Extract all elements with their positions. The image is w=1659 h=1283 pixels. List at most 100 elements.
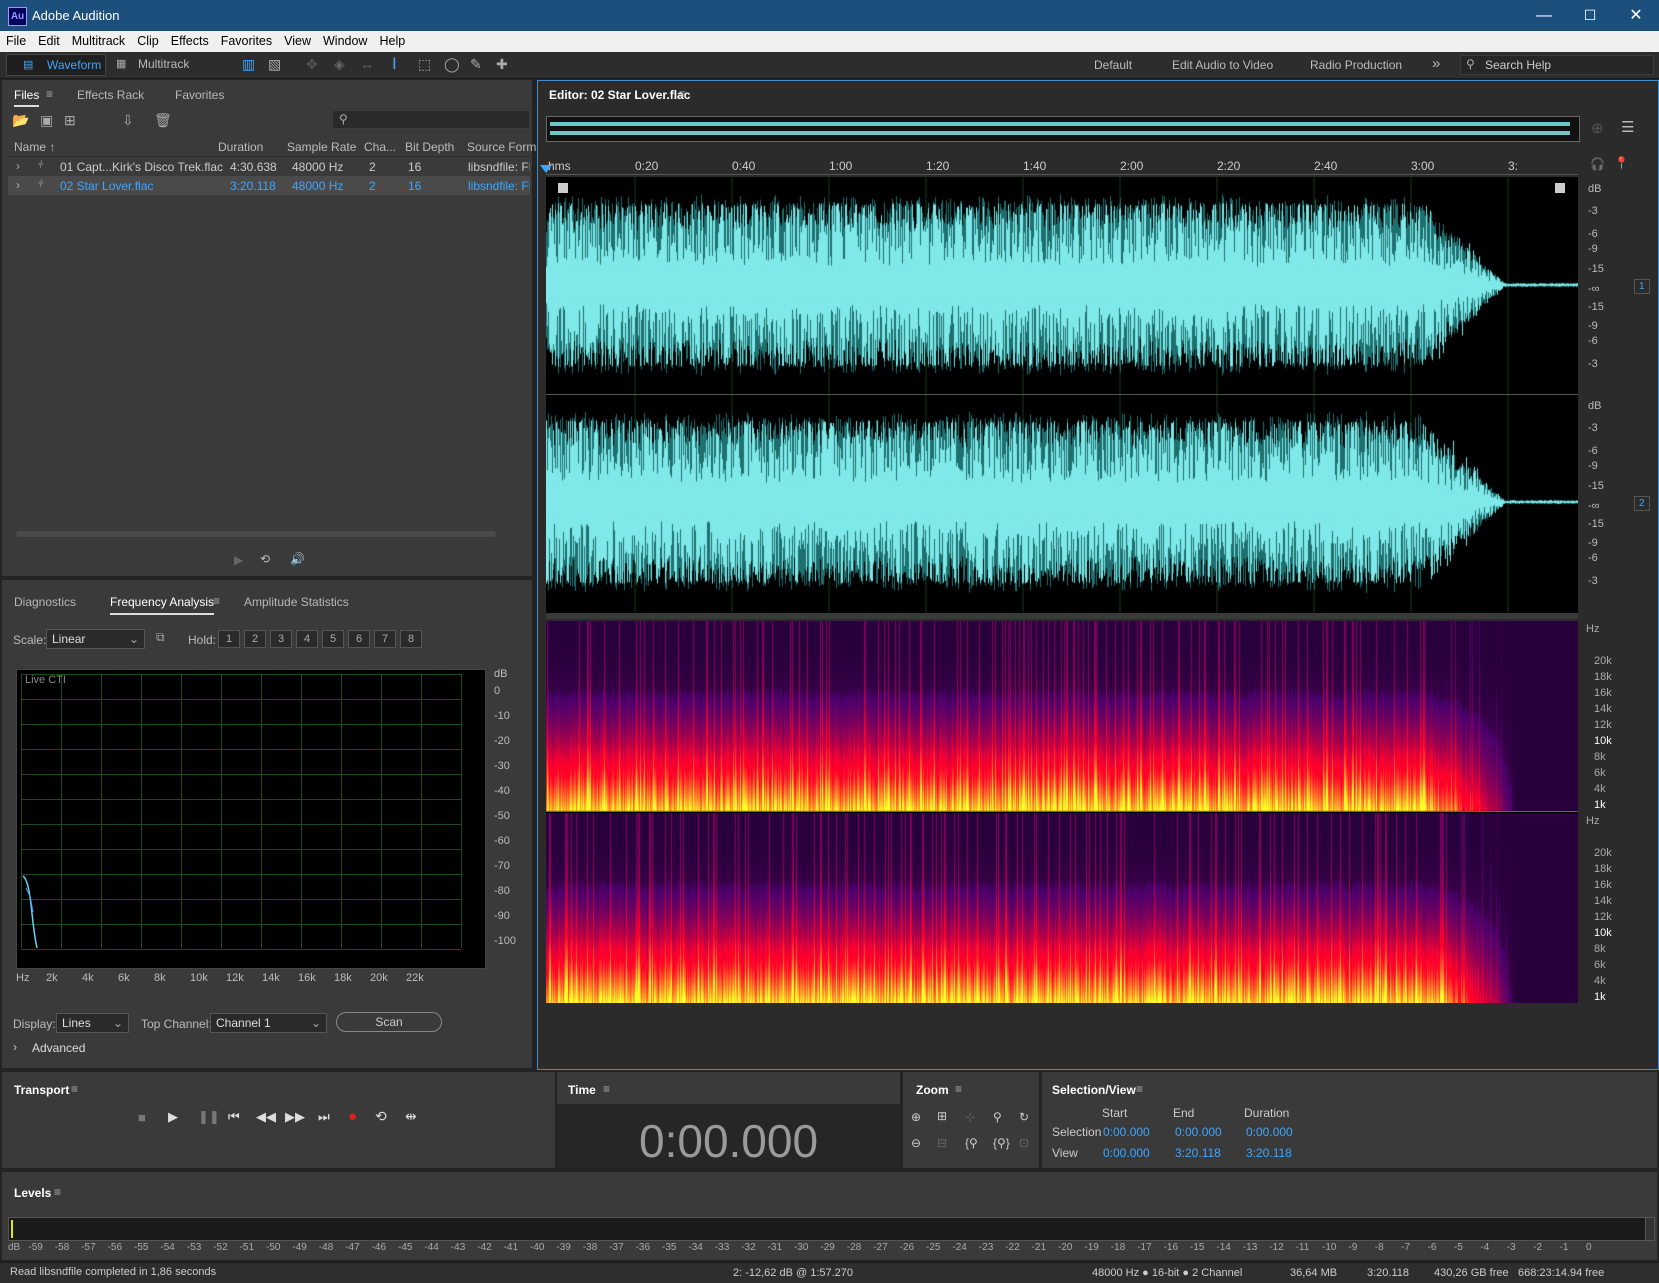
workspace-edit-audio-to-video[interactable]: Edit Audio to Video — [1172, 58, 1273, 72]
open-file-icon[interactable]: 📂 — [12, 112, 29, 129]
tab-frequency-analysis[interactable]: Frequency Analysis — [110, 595, 215, 615]
files-panel-menu-icon[interactable]: ≡ — [46, 87, 53, 101]
minimize-button[interactable]: — — [1521, 0, 1567, 31]
col-bit-depth[interactable]: Bit Depth — [405, 140, 454, 154]
frequency-graph[interactable]: Live CTI — [16, 669, 486, 969]
multitrack-view-button[interactable]: ▦ Multitrack — [108, 54, 206, 74]
playhead-marker[interactable] — [540, 165, 552, 173]
time-menu-icon[interactable]: ≡ — [603, 1082, 610, 1096]
razor-tool-icon[interactable]: ◈ — [334, 56, 345, 73]
brush-tool-icon[interactable]: ✎ — [470, 56, 482, 73]
col-name[interactable]: Name ↑ — [14, 140, 55, 154]
workspace-default[interactable]: Default — [1094, 58, 1132, 72]
display-dropdown[interactable]: Lines ⌄ — [56, 1013, 129, 1033]
selection-view-menu-icon[interactable]: ≡ — [1136, 1082, 1143, 1096]
zoom-selection-edges-icon[interactable]: ⚲ — [993, 1110, 1002, 1124]
zoom-reset-icon[interactable]: ↻ — [1019, 1110, 1029, 1124]
autoplay-icon[interactable]: 🔊 — [290, 552, 305, 566]
zoom-in-time-icon[interactable]: {⚲ — [965, 1136, 978, 1150]
fade-out-handle-icon[interactable] — [1555, 183, 1565, 193]
hold-button-2[interactable]: 2 — [244, 630, 266, 648]
spectral-waveform-icon[interactable]: ▥ — [242, 56, 255, 73]
time-selection-tool-icon[interactable]: I — [392, 54, 397, 74]
hold-button-4[interactable]: 4 — [296, 630, 318, 648]
selection-start[interactable]: 0:00.000 — [1103, 1125, 1150, 1139]
channel-enable-button[interactable]: 1 — [1634, 279, 1650, 294]
zoom-in-amplitude-icon[interactable]: ⊕ — [911, 1110, 921, 1124]
loop-playback-button[interactable]: ⟲ — [375, 1108, 387, 1125]
hold-button-1[interactable]: 1 — [218, 630, 240, 648]
menu-file[interactable]: File — [0, 31, 32, 48]
marquee-tool-icon[interactable]: ⬚ — [418, 56, 431, 73]
advanced-section[interactable]: Advanced — [32, 1041, 85, 1055]
hold-button-5[interactable]: 5 — [322, 630, 344, 648]
view-start[interactable]: 0:00.000 — [1103, 1146, 1150, 1160]
expand-icon[interactable]: › — [16, 178, 20, 192]
hold-button-6[interactable]: 6 — [348, 630, 370, 648]
scan-button[interactable]: Scan — [336, 1012, 442, 1032]
zoom-menu-icon[interactable]: ≡ — [955, 1082, 962, 1096]
col-sample-rate[interactable]: Sample Rate — [287, 140, 356, 154]
menu-clip[interactable]: Clip — [131, 31, 165, 48]
import-file-icon[interactable]: ▣ — [40, 112, 53, 129]
menu-multitrack[interactable]: Multitrack — [66, 31, 131, 48]
move-tool-icon[interactable]: ✥ — [306, 56, 318, 73]
headphones-icon[interactable]: 🎧 — [1590, 157, 1605, 171]
menu-effects[interactable]: Effects — [165, 31, 215, 48]
fade-in-handle-icon[interactable] — [558, 183, 568, 193]
fast-forward-button[interactable]: ▶▶ — [285, 1109, 305, 1125]
maximize-button[interactable]: ☐ — [1567, 0, 1613, 31]
expand-icon[interactable]: › — [16, 159, 20, 173]
tab-diagnostics[interactable]: Diagnostics — [14, 595, 76, 609]
pin-icon[interactable]: 📍 — [1614, 156, 1629, 170]
skip-selection-button[interactable]: ⇹ — [405, 1108, 417, 1125]
table-row[interactable]: › ⫩ 01 Capt...Kirk's Disco Trek.flac 4:3… — [8, 157, 530, 176]
advanced-expand-icon[interactable]: › — [13, 1040, 17, 1054]
top-channel-dropdown[interactable]: Channel 1 ⌄ — [210, 1013, 327, 1033]
waveform-display[interactable] — [546, 177, 1578, 613]
hold-button-8[interactable]: 8 — [400, 630, 422, 648]
hold-button-7[interactable]: 7 — [374, 630, 396, 648]
selection-end[interactable]: 0:00.000 — [1175, 1125, 1222, 1139]
tab-favorites[interactable]: Favorites — [175, 88, 224, 102]
spectral-display-icon[interactable]: ▧ — [268, 56, 281, 73]
zoom-in-point-icon[interactable]: ⊹ — [965, 1110, 975, 1124]
zoom-out-selection-icon[interactable]: ⊟ — [937, 1136, 947, 1150]
insert-into-multitrack-icon[interactable]: ⇩ — [122, 112, 134, 129]
files-horizontal-scrollbar[interactable] — [16, 531, 496, 537]
spectral-display[interactable] — [546, 621, 1578, 1003]
workspace-radio-production[interactable]: Radio Production — [1310, 58, 1402, 72]
zoom-out-time-icon[interactable]: {⚲} — [993, 1136, 1010, 1150]
menu-window[interactable]: Window — [317, 31, 373, 48]
lasso-tool-icon[interactable]: ◯ — [444, 56, 460, 73]
view-end[interactable]: 3:20.118 — [1175, 1146, 1221, 1160]
tab-effects-rack[interactable]: Effects Rack — [77, 88, 144, 102]
record-button[interactable]: ● — [348, 1108, 357, 1125]
table-row[interactable]: › ⫩ 02 Star Lover.flac 3:20.118 48000 Hz… — [8, 176, 530, 195]
spectral-resize-bar[interactable] — [546, 613, 1578, 619]
selection-duration[interactable]: 0:00.000 — [1246, 1125, 1293, 1139]
tab-files[interactable]: Files — [14, 88, 40, 107]
pause-button[interactable]: ❚❚ — [198, 1109, 220, 1125]
zoom-to-selection-icon[interactable]: ⊞ — [937, 1109, 947, 1123]
clip-indicator[interactable] — [1645, 1217, 1655, 1241]
menu-edit[interactable]: Edit — [32, 31, 66, 48]
move-to-next-button[interactable]: ⏭ — [318, 1109, 330, 1125]
play-preview-icon[interactable]: ▶ — [234, 553, 243, 567]
editor-menu-icon[interactable]: ≡ — [679, 87, 686, 101]
frequency-panel-menu-icon[interactable]: ≡ — [213, 594, 220, 608]
col-channels[interactable]: Cha... — [364, 140, 396, 154]
view-duration[interactable]: 3:20.118 — [1246, 1146, 1292, 1160]
zoom-out-amplitude-icon[interactable]: ⊖ — [911, 1136, 921, 1150]
zoom-full-icon[interactable]: ⊡ — [1019, 1136, 1029, 1150]
timeline-ruler[interactable]: hms 0:20 0:40 1:00 1:20 1:40 2:00 2:20 2:40 3:00 3… — [546, 156, 1578, 175]
rewind-button[interactable]: ◀◀ — [256, 1109, 276, 1125]
waveform-view-button[interactable]: ▤ Waveform — [6, 54, 106, 76]
search-help-field[interactable]: ⚲ Search Help — [1460, 55, 1654, 75]
new-file-icon[interactable]: ⊞ — [64, 112, 76, 129]
slip-tool-icon[interactable]: ↔ — [360, 56, 374, 72]
advanced-options-icon[interactable]: ⧉ — [156, 630, 165, 645]
levels-menu-icon[interactable]: ≡ — [54, 1185, 61, 1199]
zoom-tool-icon[interactable]: ⊕ — [1591, 119, 1604, 137]
col-duration[interactable]: Duration — [218, 140, 263, 154]
